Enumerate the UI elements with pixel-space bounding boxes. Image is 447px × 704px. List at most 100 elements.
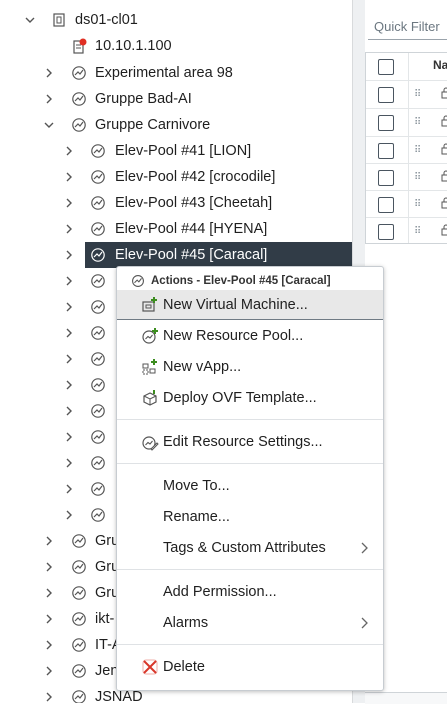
drag-handle-icon[interactable]: ⠿ [414,199,421,210]
menu-separator [117,419,383,420]
menu-item-new-virtual-machine[interactable]: New Virtual Machine... [117,290,383,320]
tree-item-label: Elev-Pool #43 [Cheetah] [115,195,273,211]
chevron-right-icon[interactable] [60,324,78,342]
lock-icon [441,197,447,209]
tree-item-label: Elev-Pool #42 [crocodile] [115,169,276,185]
table-row[interactable]: ⠿ [366,190,447,218]
menu-item-alarms[interactable]: Alarms [117,608,383,638]
tree-item-label: Jen [95,663,119,679]
row-checkbox[interactable] [378,115,394,131]
row-checkbox[interactable] [378,224,394,240]
drag-handle-icon[interactable]: ⠿ [414,89,421,100]
new-vapp-icon [142,359,157,375]
table-row[interactable]: ⠿ [366,163,447,191]
resource-pool-icon [70,636,88,654]
tree-item-pool[interactable]: Elev-Pool #41 [LION] [0,138,352,164]
column-header-name[interactable]: Na [433,58,447,72]
chevron-down-icon[interactable] [40,116,58,134]
resource-pool-icon [70,90,88,108]
chevron-right-icon[interactable] [60,194,78,212]
tree-item-label: Elev-Pool #41 [LION] [115,143,252,159]
select-all-checkbox[interactable] [378,59,394,75]
resource-pool-icon [70,688,88,703]
row-checkbox[interactable] [378,170,394,186]
menu-item-new-resource-pool[interactable]: New Resource Pool... [117,321,383,351]
tree-item-label: Elev-Pool #45 [Caracal] [115,247,268,263]
tree-item-pool[interactable]: Elev-Pool #42 [crocodile] [0,164,352,190]
chevron-right-icon[interactable] [40,532,58,550]
resource-pool-icon [89,298,107,316]
chevron-right-icon[interactable] [60,506,78,524]
table-row[interactable]: ⠿ [366,217,447,245]
chevron-right-icon[interactable] [60,142,78,160]
chevron-right-icon[interactable] [60,168,78,186]
chevron-right-icon[interactable] [40,610,58,628]
row-checkbox[interactable] [378,197,394,213]
drag-handle-icon[interactable]: ⠿ [414,172,421,183]
table-row[interactable]: ⠿ [366,136,447,164]
menu-item-deploy-ovf-template[interactable]: Deploy OVF Template... [117,383,383,413]
menu-item-label: New vApp... [163,359,242,375]
drag-handle-icon[interactable]: ⠿ [414,117,421,128]
menu-item-label: New Resource Pool... [163,328,304,344]
menu-item-edit-resource-settings[interactable]: Edit Resource Settings... [117,427,383,457]
lock-icon [441,224,447,236]
chevron-right-icon[interactable] [60,428,78,446]
chevron-right-icon[interactable] [40,558,58,576]
drag-handle-icon[interactable]: ⠿ [414,226,421,237]
menu-item-tags-custom-attributes[interactable]: Tags & Custom Attributes [117,533,383,563]
new-vm-icon [142,297,157,312]
chevron-right-icon[interactable] [40,90,58,108]
tree-item-group[interactable]: Gruppe Carnivore [0,112,352,138]
resource-pool-icon [89,194,107,212]
menu-item-delete[interactable]: Delete [117,652,383,682]
menu-separator [117,463,383,464]
resource-pool-icon [89,480,107,498]
quick-filter-input[interactable]: Quick Filter [368,14,447,40]
chevron-right-icon[interactable] [60,220,78,238]
resource-pool-icon [70,558,88,576]
tree-item-pool[interactable]: Elev-Pool #44 [HYENA] [0,216,352,242]
chevron-right-icon[interactable] [60,246,78,264]
menu-separator [117,644,383,645]
grid-footer [365,692,447,704]
chevron-right-icon[interactable] [60,376,78,394]
tree-item-group[interactable]: Gruppe Bad-AI [0,86,352,112]
resource-pool-icon [89,350,107,368]
menu-item-add-permission[interactable]: Add Permission... [117,577,383,607]
menu-item-new-vapp[interactable]: New vApp... [117,352,383,382]
context-menu-title-text: Actions - Elev-Pool #45 [Caracal] [151,275,331,287]
table-row[interactable]: ⠿ [366,108,447,136]
tree-item-pool-selected[interactable]: Elev-Pool #45 [Caracal] [85,242,352,268]
tree-item-group[interactable]: Experimental area 98 [0,60,352,86]
edit-resource-settings-icon [142,436,159,451]
chevron-right-icon[interactable] [40,584,58,602]
chevron-right-icon[interactable] [60,402,78,420]
tree-item-cluster[interactable]: ds01-cl01 [0,7,352,33]
chevron-right-icon [361,542,368,554]
chevron-right-icon[interactable] [40,636,58,654]
row-checkbox[interactable] [378,87,394,103]
menu-item-rename[interactable]: Rename... [117,502,383,532]
tree-item-host[interactable]: 10.10.1.100 [0,33,352,59]
chevron-right-icon[interactable] [40,64,58,82]
chevron-right-icon[interactable] [60,298,78,316]
chevron-right-icon[interactable] [60,350,78,368]
resource-pool-icon [70,584,88,602]
drag-handle-icon[interactable]: ⠿ [414,145,421,156]
resource-pool-icon [89,428,107,446]
chevron-right-icon[interactable] [40,688,58,703]
chevron-down-icon[interactable] [21,11,39,29]
tree-item-pool-obscured[interactable] [0,268,116,528]
menu-item-label: Rename... [163,509,230,525]
menu-item-label: Deploy OVF Template... [163,390,317,406]
chevron-right-icon[interactable] [60,454,78,472]
chevron-right-icon[interactable] [40,662,58,680]
chevron-right-icon[interactable] [60,480,78,498]
chevron-right-icon[interactable] [60,272,78,290]
table-row[interactable]: ⠿ [366,80,447,108]
menu-item-move-to[interactable]: Move To... [117,471,383,501]
resource-pool-icon [89,324,107,342]
tree-item-pool[interactable]: Elev-Pool #43 [Cheetah] [0,190,352,216]
row-checkbox[interactable] [378,143,394,159]
